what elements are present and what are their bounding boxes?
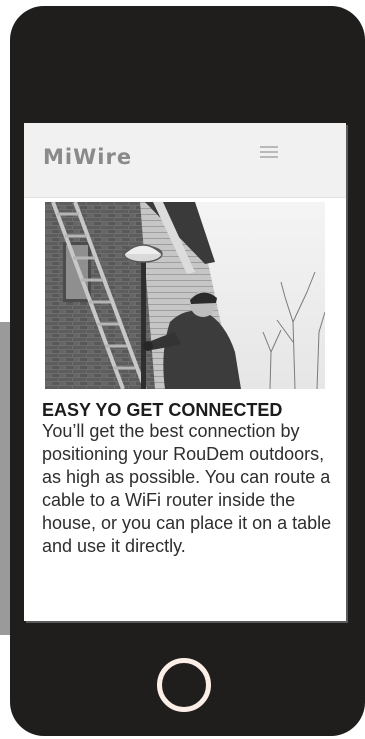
hero-photo bbox=[45, 202, 325, 389]
hero-image bbox=[45, 202, 325, 389]
site-header: MiWire bbox=[24, 123, 346, 198]
phone-screen: MiWire EASY YO GET CONNECTED You’ll get … bbox=[24, 123, 346, 621]
miwire-logo[interactable]: MiWire bbox=[43, 145, 132, 169]
menu-line bbox=[260, 151, 278, 153]
stage: MiWire EASY YO GET CONNECTED You’ll get … bbox=[0, 0, 365, 739]
home-button-ring-icon[interactable] bbox=[157, 658, 211, 712]
section-body-text: You’ll get the best connection by positi… bbox=[42, 421, 332, 556]
section-headline: EASY YO GET CONNECTED bbox=[42, 400, 283, 420]
menu-line bbox=[260, 156, 278, 158]
hamburger-menu-icon[interactable] bbox=[260, 146, 278, 160]
menu-line bbox=[260, 146, 278, 148]
